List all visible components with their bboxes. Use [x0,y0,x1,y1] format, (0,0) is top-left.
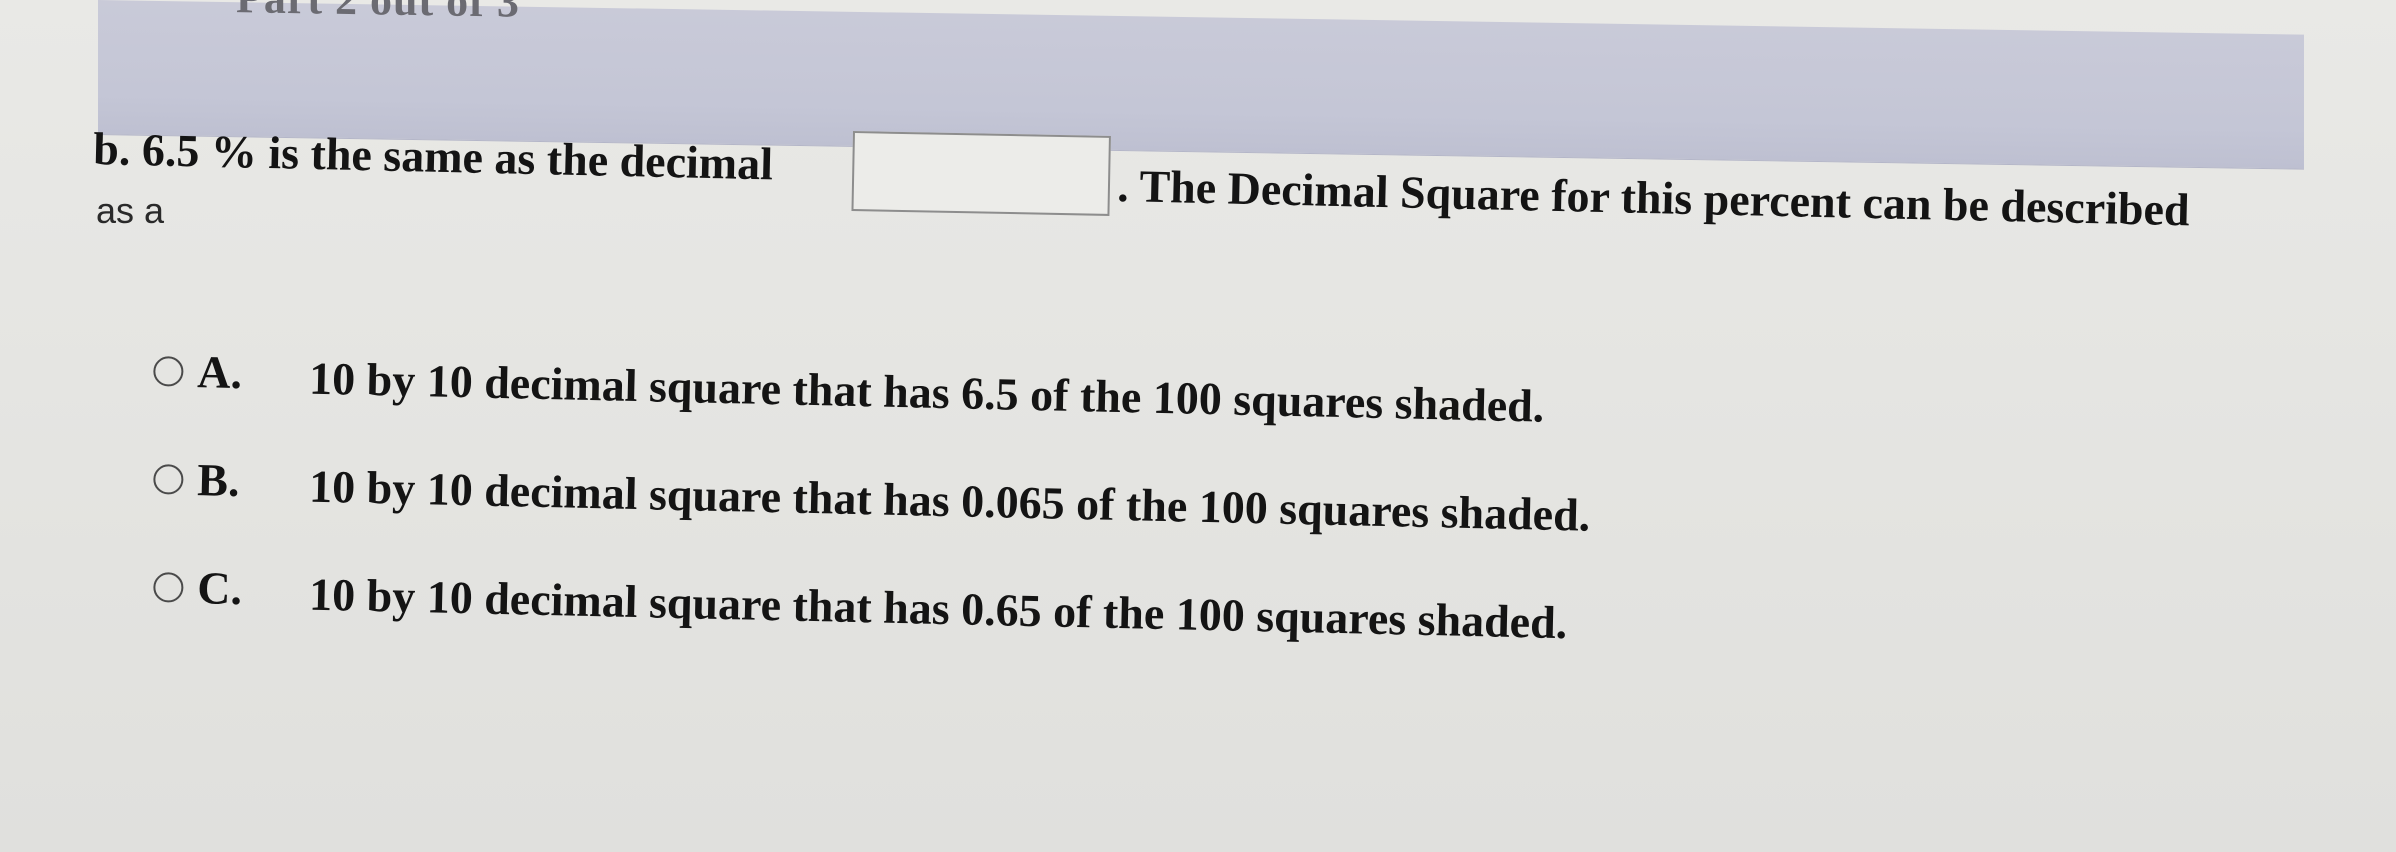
option-b-text: 10 by 10 decimal square that has 0.065 o… [308,460,1591,541]
option-a[interactable]: A. 10 by 10 decimal square that has 6.5 … [149,344,1545,432]
option-c[interactable]: C. 10 by 10 decimal square that has 0.65… [149,560,1568,648]
option-c-letter: C. [196,562,243,615]
question-suffix: . The Decimal Square for this percent ca… [1116,159,2191,236]
option-a-letter: A. [196,346,243,399]
decimal-answer-input[interactable] [851,131,1111,216]
option-a-text: 10 by 10 decimal square that has 6.5 of … [308,352,1545,432]
radio-option-c[interactable] [153,572,184,603]
option-b-letter: B. [196,454,241,507]
radio-option-b[interactable] [153,464,184,495]
radio-option-a[interactable] [153,356,184,387]
part-label: Part 2 out of 3 [236,0,520,28]
question-continuation: as a [96,190,165,231]
option-c-text: 10 by 10 decimal square that has 0.65 of… [308,568,1568,649]
option-b[interactable]: B. 10 by 10 decimal square that has 0.06… [149,452,1591,541]
question-screen: Part 2 out of 3 b. 6.5 % is the same as … [0,0,2396,852]
